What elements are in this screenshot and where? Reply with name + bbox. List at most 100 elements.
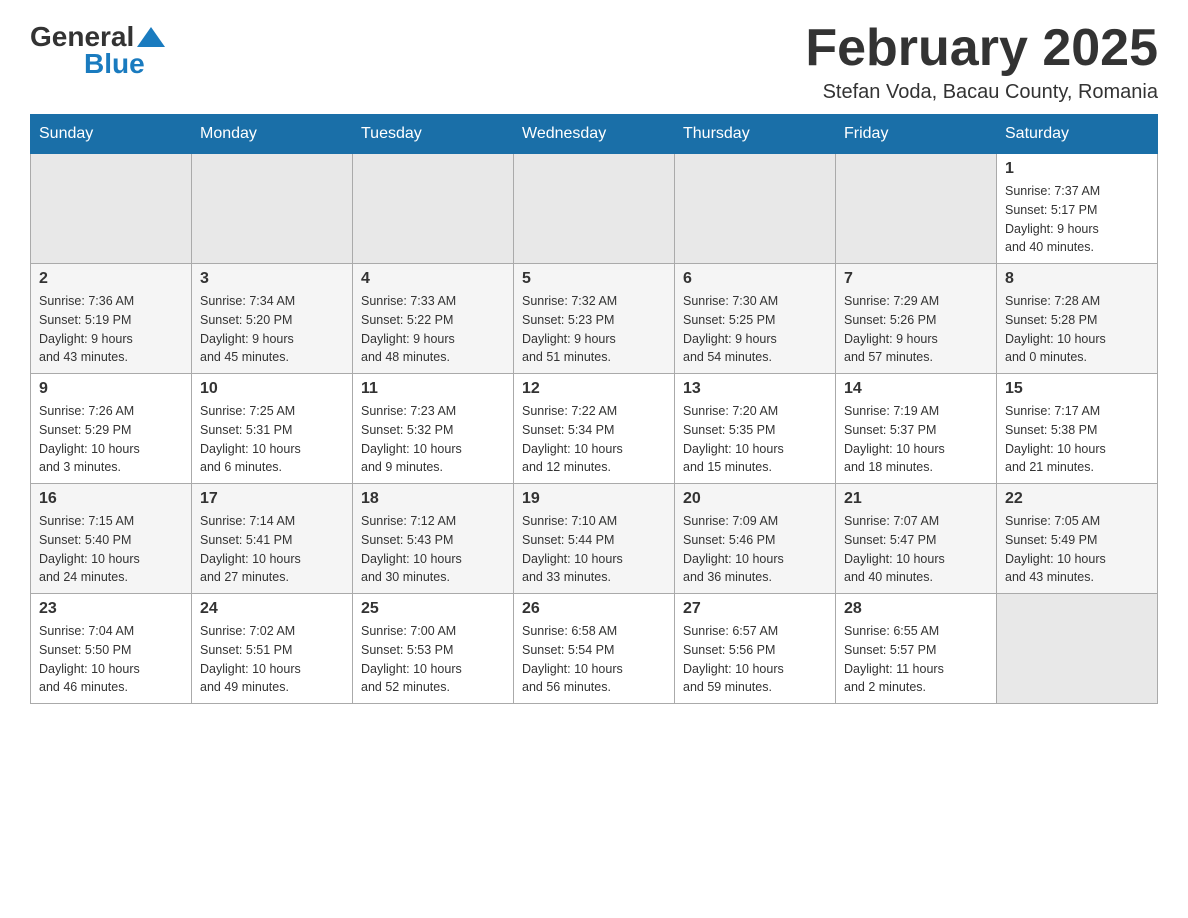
day-info: Sunrise: 7:37 AMSunset: 5:17 PMDaylight:… xyxy=(1005,182,1149,257)
calendar-cell: 23Sunrise: 7:04 AMSunset: 5:50 PMDayligh… xyxy=(31,594,192,704)
day-info: Sunrise: 7:12 AMSunset: 5:43 PMDaylight:… xyxy=(361,512,505,587)
calendar-cell: 8 Sunrise: 7:28 AMSunset: 5:28 PMDaylight… xyxy=(997,264,1158,374)
day-info: Sunrise: 7:23 AMSunset: 5:32 PMDaylight:… xyxy=(361,402,505,477)
day-number: 17 xyxy=(200,490,344,508)
day-info: Sunrise: 7:25 AMSunset: 5:31 PMDaylight:… xyxy=(200,402,344,477)
day-info: Sunrise: 6:55 AMSunset: 5:57 PMDaylight:… xyxy=(844,622,988,697)
calendar-week-row: 9 Sunrise: 7:26 AMSunset: 5:29 PMDaylight… xyxy=(31,374,1158,484)
calendar-week-row: 2Sunrise: 7:36 AMSunset: 5:19 PMDaylight… xyxy=(31,264,1158,374)
day-number: 9 xyxy=(39,380,183,398)
calendar-cell: 1 Sunrise: 7:37 AMSunset: 5:17 PMDaylight… xyxy=(997,154,1158,264)
day-number: 5 xyxy=(522,270,666,288)
title-block: February 2025 Stefan Voda, Bacau County,… xyxy=(805,20,1158,104)
day-info: Sunrise: 7:17 AMSunset: 5:38 PMDaylight:… xyxy=(1005,402,1149,477)
calendar-cell: 17 Sunrise: 7:14 AMSunset: 5:41 PMDayligh… xyxy=(192,484,353,594)
day-info: Sunrise: 7:05 AMSunset: 5:49 PMDaylight:… xyxy=(1005,512,1149,587)
day-info: Sunrise: 6:58 AMSunset: 5:54 PMDaylight:… xyxy=(522,622,666,697)
calendar-cell xyxy=(353,154,514,264)
calendar-cell: 21 Sunrise: 7:07 AMSunset: 5:47 PMDayligh… xyxy=(836,484,997,594)
day-info: Sunrise: 7:02 AMSunset: 5:51 PMDaylight:… xyxy=(200,622,344,697)
logo-blue-text: Blue xyxy=(84,48,145,80)
calendar-cell: 15 Sunrise: 7:17 AMSunset: 5:38 PMDayligh… xyxy=(997,374,1158,484)
day-info: Sunrise: 7:30 AMSunset: 5:25 PMDaylight:… xyxy=(683,292,827,367)
day-number: 25 xyxy=(361,600,505,618)
day-number: 3 xyxy=(200,270,344,288)
calendar-cell: 19 Sunrise: 7:10 AMSunset: 5:44 PMDayligh… xyxy=(514,484,675,594)
calendar-week-row: 16 Sunrise: 7:15 AMSunset: 5:40 PMDayligh… xyxy=(31,484,1158,594)
day-number: 16 xyxy=(39,490,183,508)
day-info: Sunrise: 7:15 AMSunset: 5:40 PMDaylight:… xyxy=(39,512,183,587)
calendar-cell: 5 Sunrise: 7:32 AMSunset: 5:23 PMDaylight… xyxy=(514,264,675,374)
day-info: Sunrise: 7:04 AMSunset: 5:50 PMDaylight:… xyxy=(39,622,183,697)
day-number: 12 xyxy=(522,380,666,398)
day-info: Sunrise: 7:32 AMSunset: 5:23 PMDaylight:… xyxy=(522,292,666,367)
day-number: 26 xyxy=(522,600,666,618)
day-info: Sunrise: 7:36 AMSunset: 5:19 PMDaylight:… xyxy=(39,292,183,367)
calendar-cell: 13 Sunrise: 7:20 AMSunset: 5:35 PMDayligh… xyxy=(675,374,836,484)
day-number: 18 xyxy=(361,490,505,508)
calendar-table: SundayMondayTuesdayWednesdayThursdayFrid… xyxy=(30,114,1158,704)
calendar-cell: 12 Sunrise: 7:22 AMSunset: 5:34 PMDayligh… xyxy=(514,374,675,484)
calendar-cell: 26 Sunrise: 6:58 AMSunset: 5:54 PMDayligh… xyxy=(514,594,675,704)
day-number: 14 xyxy=(844,380,988,398)
day-number: 10 xyxy=(200,380,344,398)
calendar-cell xyxy=(675,154,836,264)
calendar-cell: 18 Sunrise: 7:12 AMSunset: 5:43 PMDayligh… xyxy=(353,484,514,594)
day-number: 15 xyxy=(1005,380,1149,398)
calendar-cell: 27 Sunrise: 6:57 AMSunset: 5:56 PMDayligh… xyxy=(675,594,836,704)
calendar-cell: 11 Sunrise: 7:23 AMSunset: 5:32 PMDayligh… xyxy=(353,374,514,484)
day-info: Sunrise: 6:57 AMSunset: 5:56 PMDaylight:… xyxy=(683,622,827,697)
header-tuesday: Tuesday xyxy=(353,115,514,154)
day-info: Sunrise: 7:33 AMSunset: 5:22 PMDaylight:… xyxy=(361,292,505,367)
calendar-cell xyxy=(836,154,997,264)
calendar-cell: 24 Sunrise: 7:02 AMSunset: 5:51 PMDayligh… xyxy=(192,594,353,704)
day-number: 20 xyxy=(683,490,827,508)
calendar-cell: 16 Sunrise: 7:15 AMSunset: 5:40 PMDayligh… xyxy=(31,484,192,594)
calendar-cell xyxy=(192,154,353,264)
day-info: Sunrise: 7:26 AMSunset: 5:29 PMDaylight:… xyxy=(39,402,183,477)
calendar-week-row: 23Sunrise: 7:04 AMSunset: 5:50 PMDayligh… xyxy=(31,594,1158,704)
calendar-subtitle: Stefan Voda, Bacau County, Romania xyxy=(805,81,1158,104)
day-number: 8 xyxy=(1005,270,1149,288)
day-number: 6 xyxy=(683,270,827,288)
day-number: 1 xyxy=(1005,160,1149,178)
day-number: 11 xyxy=(361,380,505,398)
day-info: Sunrise: 7:20 AMSunset: 5:35 PMDaylight:… xyxy=(683,402,827,477)
day-number: 19 xyxy=(522,490,666,508)
calendar-cell: 10 Sunrise: 7:25 AMSunset: 5:31 PMDayligh… xyxy=(192,374,353,484)
calendar-cell: 9 Sunrise: 7:26 AMSunset: 5:29 PMDaylight… xyxy=(31,374,192,484)
calendar-cell: 25 Sunrise: 7:00 AMSunset: 5:53 PMDayligh… xyxy=(353,594,514,704)
header: General Blue February 2025 Stefan Voda, … xyxy=(30,20,1158,104)
day-number: 27 xyxy=(683,600,827,618)
calendar-cell: 7Sunrise: 7:29 AMSunset: 5:26 PMDaylight… xyxy=(836,264,997,374)
day-number: 28 xyxy=(844,600,988,618)
day-number: 4 xyxy=(361,270,505,288)
calendar-cell: 22Sunrise: 7:05 AMSunset: 5:49 PMDayligh… xyxy=(997,484,1158,594)
day-info: Sunrise: 7:10 AMSunset: 5:44 PMDaylight:… xyxy=(522,512,666,587)
calendar-week-row: 1 Sunrise: 7:37 AMSunset: 5:17 PMDaylight… xyxy=(31,154,1158,264)
day-info: Sunrise: 7:28 AMSunset: 5:28 PMDaylight:… xyxy=(1005,292,1149,367)
day-info: Sunrise: 7:07 AMSunset: 5:47 PMDaylight:… xyxy=(844,512,988,587)
header-monday: Monday xyxy=(192,115,353,154)
logo-triangle-icon xyxy=(137,25,165,49)
calendar-cell: 6 Sunrise: 7:30 AMSunset: 5:25 PMDaylight… xyxy=(675,264,836,374)
day-number: 7 xyxy=(844,270,988,288)
day-info: Sunrise: 7:00 AMSunset: 5:53 PMDaylight:… xyxy=(361,622,505,697)
logo: General Blue xyxy=(30,20,165,80)
calendar-cell xyxy=(514,154,675,264)
header-wednesday: Wednesday xyxy=(514,115,675,154)
calendar-header-row: SundayMondayTuesdayWednesdayThursdayFrid… xyxy=(31,115,1158,154)
day-info: Sunrise: 7:22 AMSunset: 5:34 PMDaylight:… xyxy=(522,402,666,477)
day-number: 24 xyxy=(200,600,344,618)
calendar-cell: 28 Sunrise: 6:55 AMSunset: 5:57 PMDayligh… xyxy=(836,594,997,704)
day-number: 13 xyxy=(683,380,827,398)
calendar-cell: 20Sunrise: 7:09 AMSunset: 5:46 PMDayligh… xyxy=(675,484,836,594)
calendar-cell: 2Sunrise: 7:36 AMSunset: 5:19 PMDaylight… xyxy=(31,264,192,374)
day-number: 21 xyxy=(844,490,988,508)
day-info: Sunrise: 7:14 AMSunset: 5:41 PMDaylight:… xyxy=(200,512,344,587)
calendar-cell xyxy=(997,594,1158,704)
header-thursday: Thursday xyxy=(675,115,836,154)
day-info: Sunrise: 7:19 AMSunset: 5:37 PMDaylight:… xyxy=(844,402,988,477)
day-info: Sunrise: 7:34 AMSunset: 5:20 PMDaylight:… xyxy=(200,292,344,367)
calendar-cell xyxy=(31,154,192,264)
